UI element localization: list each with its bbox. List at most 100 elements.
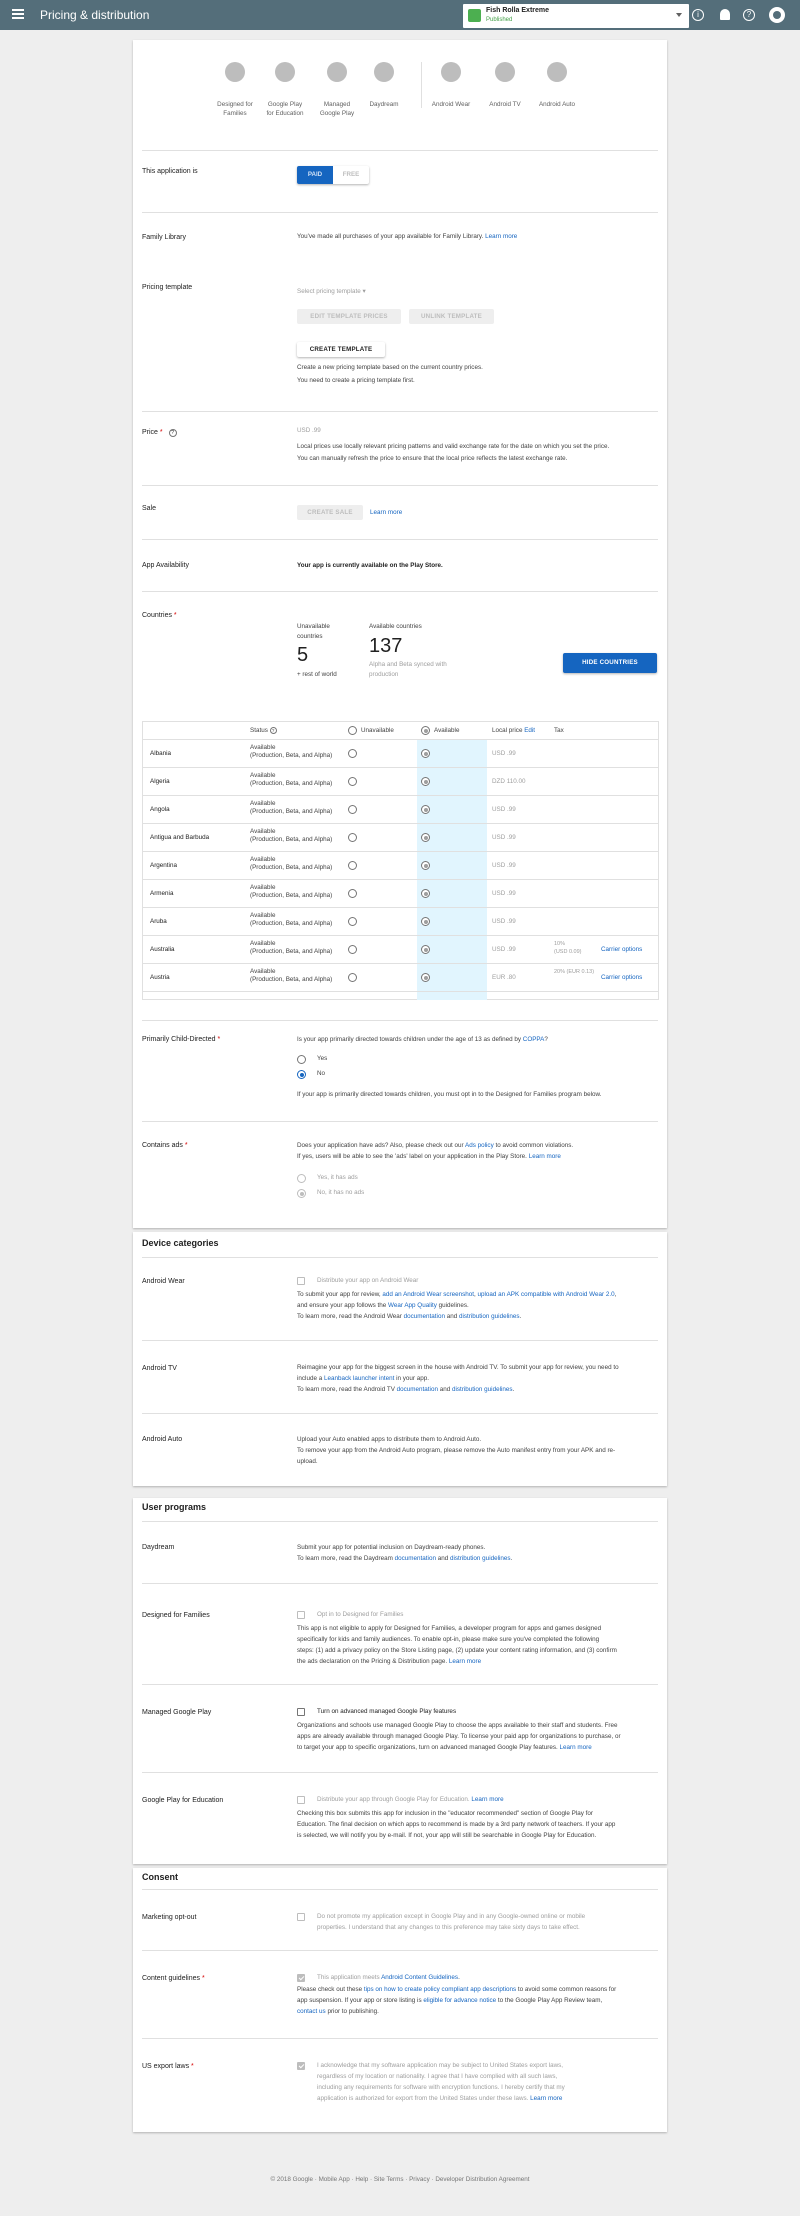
no-ads-radio[interactable] [297, 1189, 306, 1198]
distribution-guidelines-link[interactable]: distribution guidelines [452, 1386, 513, 1393]
unavailable-radio[interactable] [348, 917, 357, 926]
available-radio[interactable] [421, 945, 430, 954]
designed-for-families-checkbox[interactable] [297, 1611, 305, 1619]
available-radio[interactable] [421, 889, 430, 898]
unavailable-radio[interactable] [348, 973, 357, 982]
bell-icon[interactable] [720, 9, 730, 20]
marketing-opt-out-text: Do not promote my application except in … [317, 1913, 586, 1920]
edit-prices-link[interactable]: Edit [524, 727, 535, 734]
learn-more-link[interactable]: Learn more [560, 1744, 592, 1751]
help-icon[interactable]: ? [743, 9, 755, 21]
documentation-link[interactable]: documentation [395, 1555, 436, 1562]
paid-button[interactable]: PAID [297, 166, 333, 184]
learn-more-link[interactable]: Learn more [471, 1796, 503, 1803]
create-template-button[interactable]: CREATE TEMPLATE [297, 342, 385, 357]
android-wear-checkbox[interactable] [297, 1277, 305, 1285]
local-price[interactable]: USD .99 [492, 889, 516, 899]
learn-more-link[interactable]: Learn more [370, 508, 402, 518]
free-button[interactable]: FREE [333, 166, 369, 184]
available-countries-count: 137 [369, 635, 403, 657]
country-status: Available (Production, Beta, and Alpha) [250, 744, 333, 759]
child-directed-yes-radio[interactable] [297, 1055, 306, 1064]
policy-tips-link[interactable]: tips on how to create policy compliant a… [364, 1986, 516, 1993]
content-guidelines-link[interactable]: Android Content Guidelines [381, 1974, 458, 1981]
us-export-laws-checkbox[interactable] [297, 2062, 305, 2070]
local-price[interactable]: USD .99 [492, 861, 516, 871]
price-value[interactable]: USD .99 [297, 426, 321, 436]
contact-us-link[interactable]: contact us [297, 2008, 326, 2015]
local-price[interactable]: USD .99 [492, 749, 516, 759]
wear-quality-link[interactable]: Wear App Quality [388, 1302, 437, 1309]
android-auto-label: Android Auto [142, 1436, 183, 1443]
google-play-education-checkbox-label: Distribute your app through Google Play … [317, 1796, 504, 1803]
wear-apk-link[interactable]: upload an APK compatible with Android We… [478, 1291, 615, 1298]
distribution-guidelines-link[interactable]: distribution guidelines [450, 1555, 511, 1562]
documentation-link[interactable]: documentation [404, 1313, 445, 1320]
unavailable-radio[interactable] [348, 889, 357, 898]
edit-template-prices-button[interactable]: EDIT TEMPLATE PRICES [297, 309, 401, 324]
local-price[interactable]: USD .99 [492, 945, 516, 955]
android-tv-icon[interactable] [495, 62, 515, 82]
unavailable-radio[interactable] [348, 861, 357, 870]
unavailable-radio[interactable] [348, 749, 357, 758]
divider [142, 1583, 658, 1584]
local-price[interactable]: USD .99 [492, 833, 516, 843]
available-radio[interactable] [421, 861, 430, 870]
documentation-link[interactable]: documentation [397, 1386, 438, 1393]
google-play-education-checkbox[interactable] [297, 1796, 305, 1804]
unavailable-radio[interactable] [348, 833, 357, 842]
available-radio[interactable] [421, 833, 430, 842]
android-wear-icon[interactable] [441, 62, 461, 82]
carrier-options-link[interactable]: Carrier options [601, 973, 642, 983]
unavailable-all-radio[interactable] [348, 726, 357, 735]
hide-countries-button[interactable]: HIDE COUNTRIES [563, 653, 657, 673]
app-selector[interactable]: Fish Rolla Extreme Published [463, 4, 689, 28]
wear-screenshot-link[interactable]: add an Android Wear screenshot [382, 1291, 474, 1298]
available-radio[interactable] [421, 917, 430, 926]
avatar[interactable] [769, 7, 785, 23]
unlink-template-button[interactable]: UNLINK TEMPLATE [409, 309, 494, 324]
learn-more-link[interactable]: Learn more [530, 2095, 562, 2102]
marketing-opt-out-checkbox[interactable] [297, 1913, 305, 1921]
menu-icon[interactable] [12, 9, 24, 19]
ads-policy-link[interactable]: Ads policy [465, 1142, 494, 1149]
local-price[interactable]: USD .99 [492, 917, 516, 927]
leanback-intent-link[interactable]: Leanback launcher intent [324, 1375, 394, 1382]
local-price[interactable]: EUR .80 [492, 973, 516, 983]
info-icon[interactable]: i [692, 9, 704, 21]
learn-more-link[interactable]: Learn more [529, 1153, 561, 1160]
help-icon[interactable]: ? [269, 727, 277, 734]
carrier-options-link[interactable]: Carrier options [601, 945, 642, 955]
content-guidelines-checkbox[interactable] [297, 1974, 305, 1982]
managed-google-play-icon[interactable] [327, 62, 347, 82]
learn-more-link[interactable]: Learn more [449, 1658, 481, 1665]
create-sale-button[interactable]: CREATE SALE [297, 505, 363, 520]
unavailable-radio[interactable] [348, 945, 357, 954]
available-radio[interactable] [421, 777, 430, 786]
local-price[interactable]: DZD 110.00 [492, 777, 525, 787]
available-radio[interactable] [421, 973, 430, 982]
managed-google-play-text: to target your app to specific organizat… [297, 1744, 592, 1751]
local-price[interactable]: USD .99 [492, 805, 516, 815]
pricing-template-select[interactable]: Select pricing template ▾ [297, 287, 366, 297]
available-radio[interactable] [421, 805, 430, 814]
has-ads-radio[interactable] [297, 1174, 306, 1183]
learn-more-link[interactable]: Learn more [485, 233, 517, 240]
distribution-guidelines-link[interactable]: distribution guidelines [459, 1313, 520, 1320]
managed-google-play-text: Organizations and schools use managed Go… [297, 1722, 618, 1729]
pricing-card: Designed for Families Google Play for Ed… [133, 40, 667, 1228]
contains-ads-text: If yes, users will be able to see the 'a… [297, 1153, 561, 1160]
google-play-education-icon[interactable] [275, 62, 295, 82]
help-icon[interactable]: ? [168, 429, 177, 437]
available-radio[interactable] [421, 749, 430, 758]
child-directed-no-radio[interactable] [297, 1070, 306, 1079]
daydream-icon[interactable] [374, 62, 394, 82]
managed-google-play-checkbox[interactable] [297, 1708, 305, 1716]
available-all-radio[interactable] [421, 726, 430, 735]
unavailable-radio[interactable] [348, 805, 357, 814]
designed-for-families-icon[interactable] [225, 62, 245, 82]
coppa-link[interactable]: COPPA [523, 1036, 545, 1043]
android-auto-icon[interactable] [547, 62, 567, 82]
unavailable-radio[interactable] [348, 777, 357, 786]
advance-notice-link[interactable]: eligible for advance notice [423, 1997, 496, 2004]
